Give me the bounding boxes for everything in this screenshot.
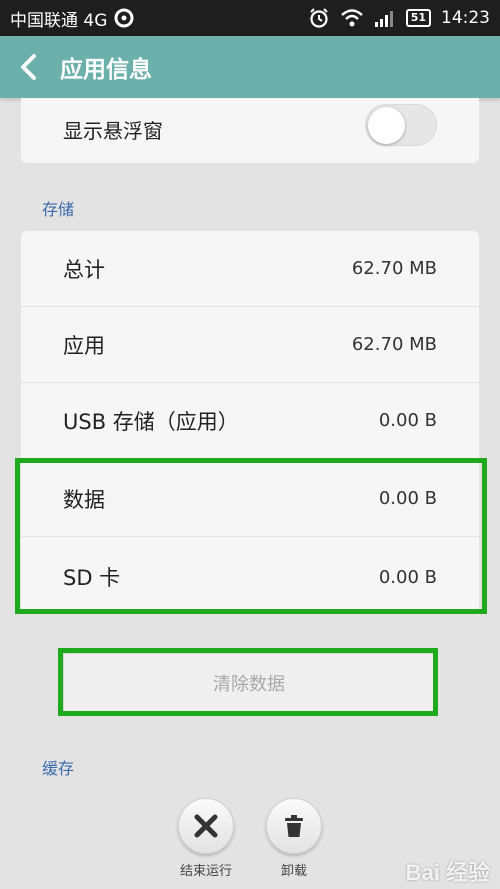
force-stop-label: 结束运行 xyxy=(179,864,232,879)
page-title: 应用信息 xyxy=(60,57,152,83)
uninstall-circle xyxy=(266,798,322,854)
alarm-icon xyxy=(308,7,330,29)
storage-row-total: 总计 62.70 MB xyxy=(21,231,479,307)
floating-window-toggle[interactable] xyxy=(365,104,437,146)
floating-window-label: 显示悬浮窗 xyxy=(63,119,163,143)
force-stop-circle xyxy=(178,798,234,854)
row-value: 62.70 MB xyxy=(351,258,437,279)
storage-row-app: 应用 62.70 MB xyxy=(21,307,479,383)
chevron-left-icon xyxy=(21,54,36,80)
battery-indicator: 51 xyxy=(405,9,431,27)
row-label: 应用 xyxy=(63,333,105,358)
clock: 14:23 xyxy=(441,8,490,28)
cache-section-title: 缓存 xyxy=(42,759,75,778)
floating-window-card: 显示悬浮窗 xyxy=(21,98,479,163)
app-header: 应用信息 xyxy=(0,36,500,98)
toggle-knob xyxy=(368,107,405,144)
row-value: 0.00 B xyxy=(378,410,437,431)
storage-row-usb: USB 存储（应用） 0.00 B xyxy=(21,383,479,459)
row-value: 62.70 MB xyxy=(351,334,437,355)
status-bar: 中国联通 4G 51 14:23 xyxy=(0,0,500,36)
row-label: USB 存储（应用） xyxy=(63,409,239,434)
force-stop-button[interactable]: 结束运行 xyxy=(166,798,246,879)
carrier-label: 中国联通 4G xyxy=(10,10,108,31)
signal-icon xyxy=(374,8,396,28)
uninstall-label: 卸载 xyxy=(280,864,307,879)
storage-section-title: 存储 xyxy=(42,200,75,219)
sync-icon xyxy=(113,7,135,29)
close-icon xyxy=(194,814,218,838)
row-label: 总计 xyxy=(63,257,105,282)
baidu-watermark: Bai 经验 xyxy=(405,860,490,885)
highlight-box-clear-button xyxy=(58,648,438,716)
wifi-icon xyxy=(340,8,364,28)
trash-icon xyxy=(285,815,303,837)
highlight-box-data xyxy=(15,458,487,614)
uninstall-button[interactable]: 卸载 xyxy=(254,798,334,879)
back-button[interactable] xyxy=(18,52,44,82)
